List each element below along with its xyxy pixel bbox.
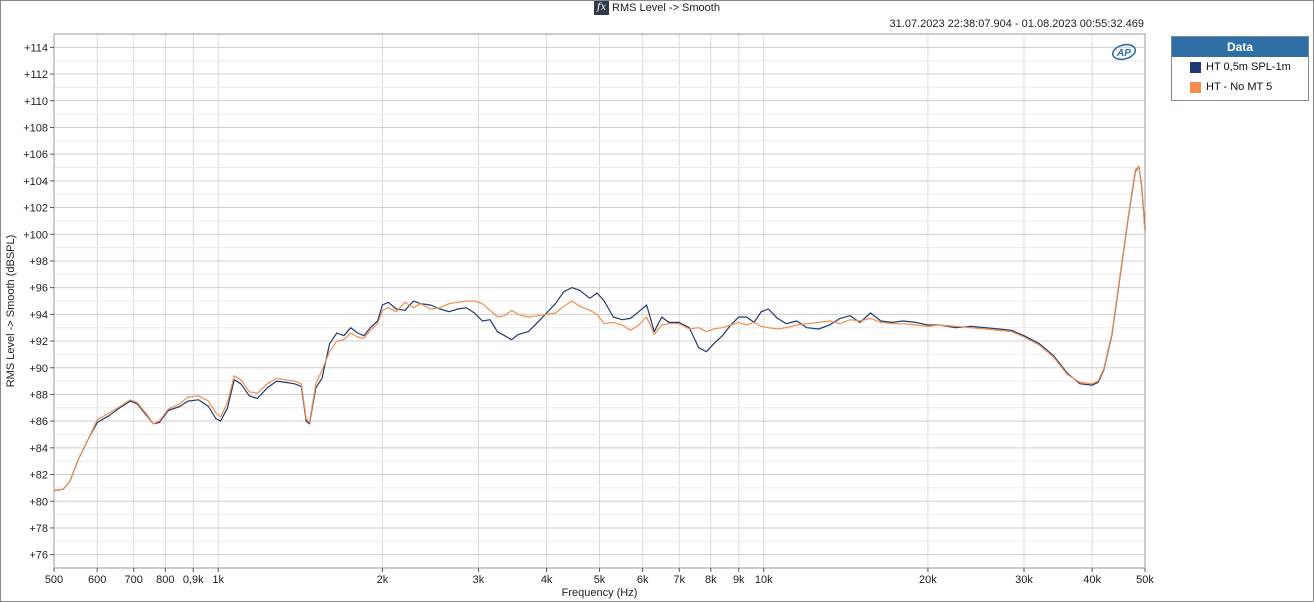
x-tick-label: 50k <box>1136 574 1154 586</box>
y-tick-label: +86 <box>29 416 48 428</box>
x-tick-label: 8k <box>705 574 717 586</box>
x-tick-label: 800 <box>156 574 174 586</box>
y-tick-label: +78 <box>29 523 48 535</box>
y-tick-label: +114 <box>24 42 48 54</box>
legend: Data HT 0,5m SPL-1m HT - No MT 5 <box>1171 36 1309 101</box>
y-tick-label: +96 <box>29 283 48 295</box>
x-tick-label: 9k <box>733 574 745 586</box>
x-tick-label: 40k <box>1083 574 1101 586</box>
x-tick-label: 30k <box>1015 574 1033 586</box>
legend-label: HT - No MT 5 <box>1206 81 1273 93</box>
y-tick-label: +100 <box>23 229 48 241</box>
x-tick-label: 1k <box>212 574 224 586</box>
x-tick-label: 3k <box>473 574 485 586</box>
legend-swatch <box>1190 61 1201 73</box>
y-tick-label: +80 <box>29 496 48 508</box>
x-tick-label: 600 <box>88 574 106 586</box>
y-tick-label: +76 <box>29 550 48 562</box>
y-tick-label: +90 <box>29 363 48 375</box>
legend-header: Data <box>1172 37 1308 57</box>
y-axis: +76 +78 +80 +82 +84 +86 +88 +90 +92 +94 +96 +98 +100… <box>23 42 54 562</box>
y-tick-label: +108 <box>23 122 48 134</box>
x-tick-label: 4k <box>541 574 553 586</box>
legend-label: HT 0,5m SPL-1m <box>1206 61 1291 73</box>
y-tick-label: +98 <box>29 256 48 268</box>
y-tick-label: +112 <box>24 69 48 81</box>
x-tick-label: 0,9k <box>183 574 204 586</box>
y-tick-label: +94 <box>29 309 48 321</box>
x-axis: 500 600 700 800 0,9k 1k 2k 3k 4k 5k 6k 7k 8k 9k 10k 20k… <box>45 568 1154 586</box>
x-axis-label: Frequency (Hz) <box>562 587 638 599</box>
y-tick-label: +92 <box>29 336 48 348</box>
x-tick-label: 10k <box>755 574 773 586</box>
x-tick-label: 2k <box>377 574 389 586</box>
y-tick-label: +82 <box>29 470 48 482</box>
x-tick-label: 6k <box>637 574 649 586</box>
x-tick-label: 7k <box>673 574 685 586</box>
y-axis-label: RMS Level -> Smooth (dBSPL) <box>5 235 17 388</box>
x-tick-label: 20k <box>919 574 937 586</box>
y-tick-label: +106 <box>23 149 48 161</box>
x-tick-label: 5k <box>594 574 606 586</box>
y-tick-label: +110 <box>24 96 48 108</box>
y-tick-label: +102 <box>23 203 48 215</box>
ap-logo-icon: AP <box>1111 43 1137 61</box>
y-tick-label: +88 <box>29 389 48 401</box>
x-tick-label: 500 <box>45 574 63 586</box>
chart-plot: +76 +78 +80 +82 +84 +86 +88 +90 +92 +94 +96 +98 +100… <box>5 33 1154 599</box>
y-tick-label: +84 <box>29 443 48 455</box>
legend-item-series-1[interactable]: HT 0,5m SPL-1m <box>1172 57 1308 77</box>
grid-lines <box>53 33 1146 569</box>
legend-item-series-2[interactable]: HT - No MT 5 <box>1172 77 1308 97</box>
y-tick-label: +104 <box>23 176 48 188</box>
ap-logo-text: AP <box>1116 48 1131 59</box>
legend-swatch <box>1190 81 1201 93</box>
x-tick-label: 700 <box>125 574 143 586</box>
